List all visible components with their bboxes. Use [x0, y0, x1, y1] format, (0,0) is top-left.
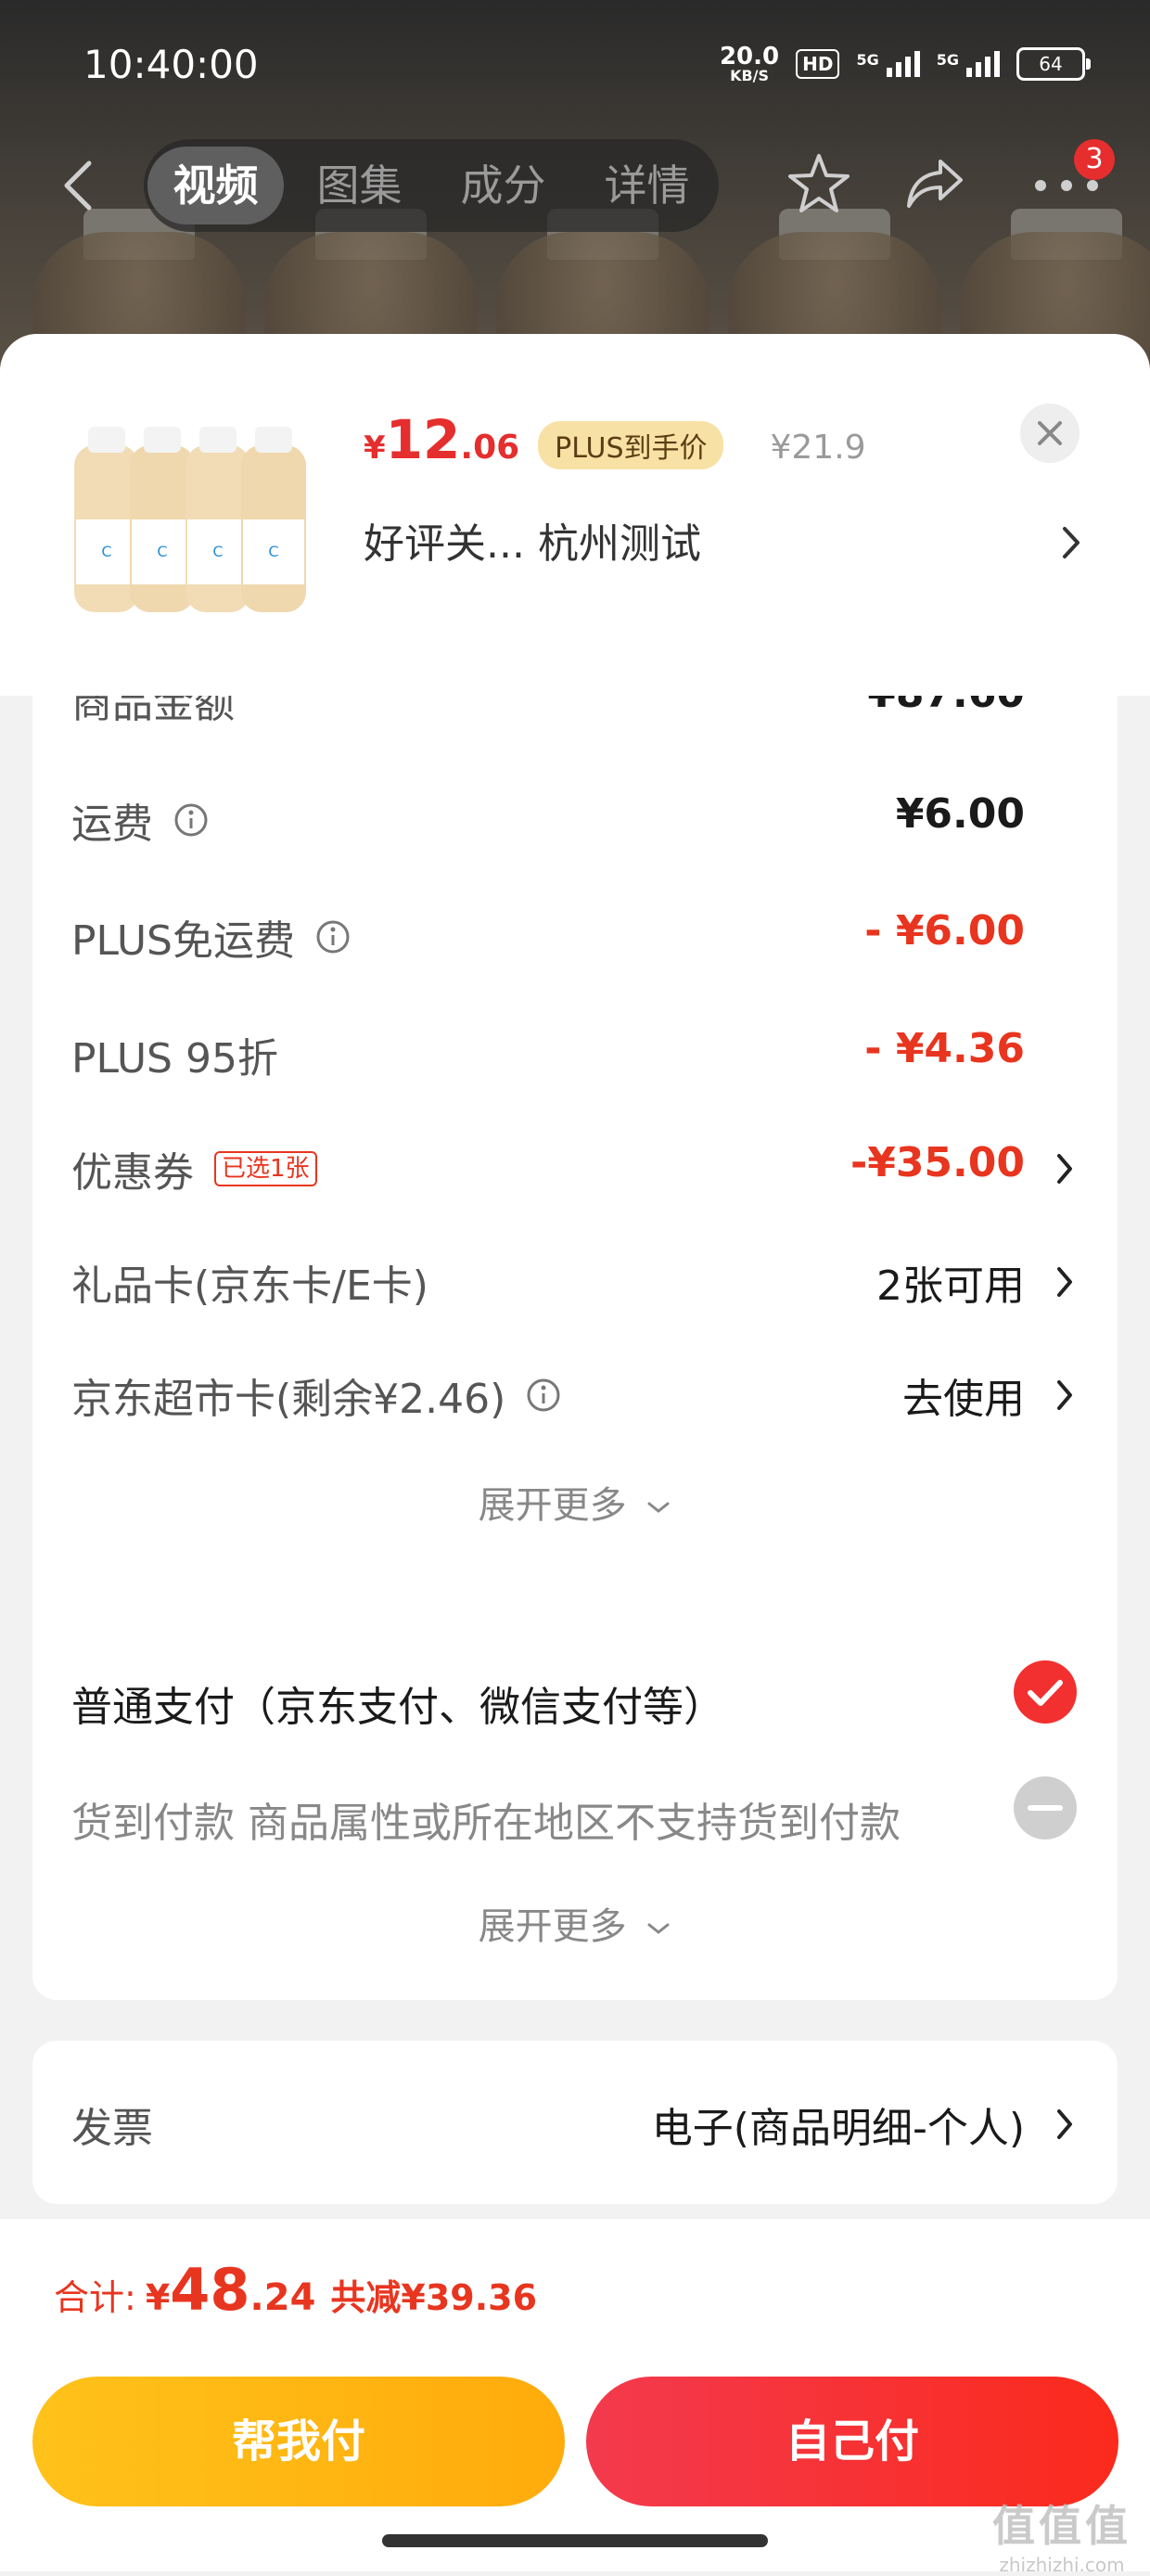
product-spec[interactable]: 好评关... 杭州测试 — [364, 510, 701, 570]
chevron-down-icon — [647, 1923, 670, 1934]
goods-amount-row: 商品金额 ¥87.60 — [71, 696, 1025, 727]
order-total: 合计: ¥48.24 共减¥39.36 — [54, 2256, 538, 2324]
plus-free-shipping-value: - ¥6.00 — [864, 907, 1025, 955]
product-summary: C C C C ¥12.06 PLUS到手价 ¥21.9 好评关... 杭州测试 — [0, 334, 1150, 696]
plus-price-tag: PLUS到手价 — [538, 421, 724, 469]
chevron-right-icon[interactable] — [1054, 1150, 1075, 1187]
svg-text:C: C — [157, 543, 167, 560]
signal-icon: 5G — [937, 51, 1000, 77]
supermarket-card-value: 去使用 — [902, 1376, 1025, 1423]
plus-price: ¥12.06 — [364, 408, 520, 471]
tab-details[interactable]: 详情 — [579, 147, 715, 224]
back-icon[interactable] — [56, 158, 102, 213]
plus-free-shipping-row: PLUS免运费 - ¥6.00 — [71, 907, 1025, 965]
net-speed: 20.0 KB/S — [719, 43, 780, 84]
expand-more-payment[interactable]: 展开更多 — [32, 1896, 1118, 1950]
status-time: 10:40:00 — [83, 42, 259, 87]
invoice-card[interactable]: 发票 电子(商品明细-个人) — [32, 2041, 1118, 2204]
gift-card-row[interactable]: 礼品卡(京东卡/E卡) 2张可用 — [32, 1243, 1118, 1317]
product-thumbnail: C C C C — [74, 427, 306, 612]
tab-ingredients[interactable]: 成分 — [435, 147, 571, 224]
status-bar: 10:40:00 20.0 KB/S HD 5G 5G 64 — [0, 0, 1150, 130]
svg-text:C: C — [212, 543, 223, 560]
tab-video[interactable]: 视频 — [147, 147, 284, 224]
close-icon[interactable] — [1020, 404, 1080, 463]
total-reduction: 共减¥39.36 — [330, 2277, 538, 2318]
coupon-selected-tag: 已选1张 — [214, 1151, 317, 1186]
supermarket-card-row[interactable]: 京东超市卡(剩余¥2.46) 去使用 — [32, 1356, 1118, 1430]
chevron-right-icon[interactable] — [1054, 1263, 1075, 1301]
payment-option-normal[interactable]: 普通支付（京东支付、微信支付等） — [32, 1660, 1118, 1738]
shipping-value: ¥6.00 — [895, 790, 1025, 838]
battery-icon: 64 — [1016, 47, 1091, 81]
home-indicator[interactable] — [382, 2534, 768, 2547]
chevron-right-icon[interactable] — [1054, 2106, 1075, 2143]
gift-card-value: 2张可用 — [876, 1262, 1025, 1310]
hd-icon: HD — [796, 49, 840, 79]
svg-text:C: C — [101, 543, 111, 560]
pay-myself-button[interactable]: 自己付 — [586, 2377, 1118, 2506]
help-me-pay-button[interactable]: 帮我付 — [32, 2377, 565, 2506]
signal-icon: 5G — [856, 51, 920, 77]
content-tabs: 视频 图集 成分 详情 — [144, 139, 719, 232]
coupon-row[interactable]: 优惠券 已选1张 -¥35.00 — [32, 1130, 1118, 1204]
payment-method-card: 普通支付（京东支付、微信支付等） 货到付款 商品属性或所在地区不支持货到付款 展… — [32, 1618, 1118, 2000]
checkout-footer: 合计: ¥48.24 共减¥39.36 帮我付 自己付 值值值 zhizhizh… — [0, 2219, 1150, 2576]
info-icon[interactable] — [526, 1378, 561, 1413]
invoice-row[interactable]: 发票 电子(商品明细-个人) — [32, 2085, 1118, 2159]
expand-more-fees[interactable]: 展开更多 — [32, 1475, 1118, 1529]
plus-discount-row: PLUS 95折 - ¥4.36 — [71, 1025, 1025, 1083]
chevron-down-icon — [647, 1502, 670, 1513]
chevron-right-icon[interactable] — [1054, 1377, 1075, 1414]
share-icon[interactable] — [900, 148, 970, 219]
tab-gallery[interactable]: 图集 — [291, 147, 428, 224]
notification-badge: 3 — [1074, 139, 1115, 180]
invoice-value: 电子(商品明细-个人) — [651, 2105, 1025, 2152]
shipping-row: 运费 ¥6.00 — [71, 790, 1025, 848]
coupon-value: -¥35.00 — [850, 1139, 1025, 1186]
checkmark-icon[interactable] — [1012, 1659, 1079, 1725]
info-icon[interactable] — [315, 919, 351, 955]
disabled-icon — [1014, 1776, 1077, 1839]
chevron-right-icon[interactable] — [1057, 519, 1085, 566]
svg-text:C: C — [268, 543, 278, 560]
payment-option-cod: 货到付款 商品属性或所在地区不支持货到付款 — [32, 1776, 1118, 1854]
star-icon[interactable] — [784, 148, 854, 219]
plus-discount-value: - ¥4.36 — [864, 1025, 1025, 1072]
info-icon[interactable] — [173, 802, 209, 838]
price-row: ¥12.06 PLUS到手价 ¥21.9 — [364, 408, 866, 482]
watermark-logo: 值值值 zhizhizhi.com — [992, 2501, 1131, 2576]
original-price: ¥21.9 — [770, 429, 866, 467]
